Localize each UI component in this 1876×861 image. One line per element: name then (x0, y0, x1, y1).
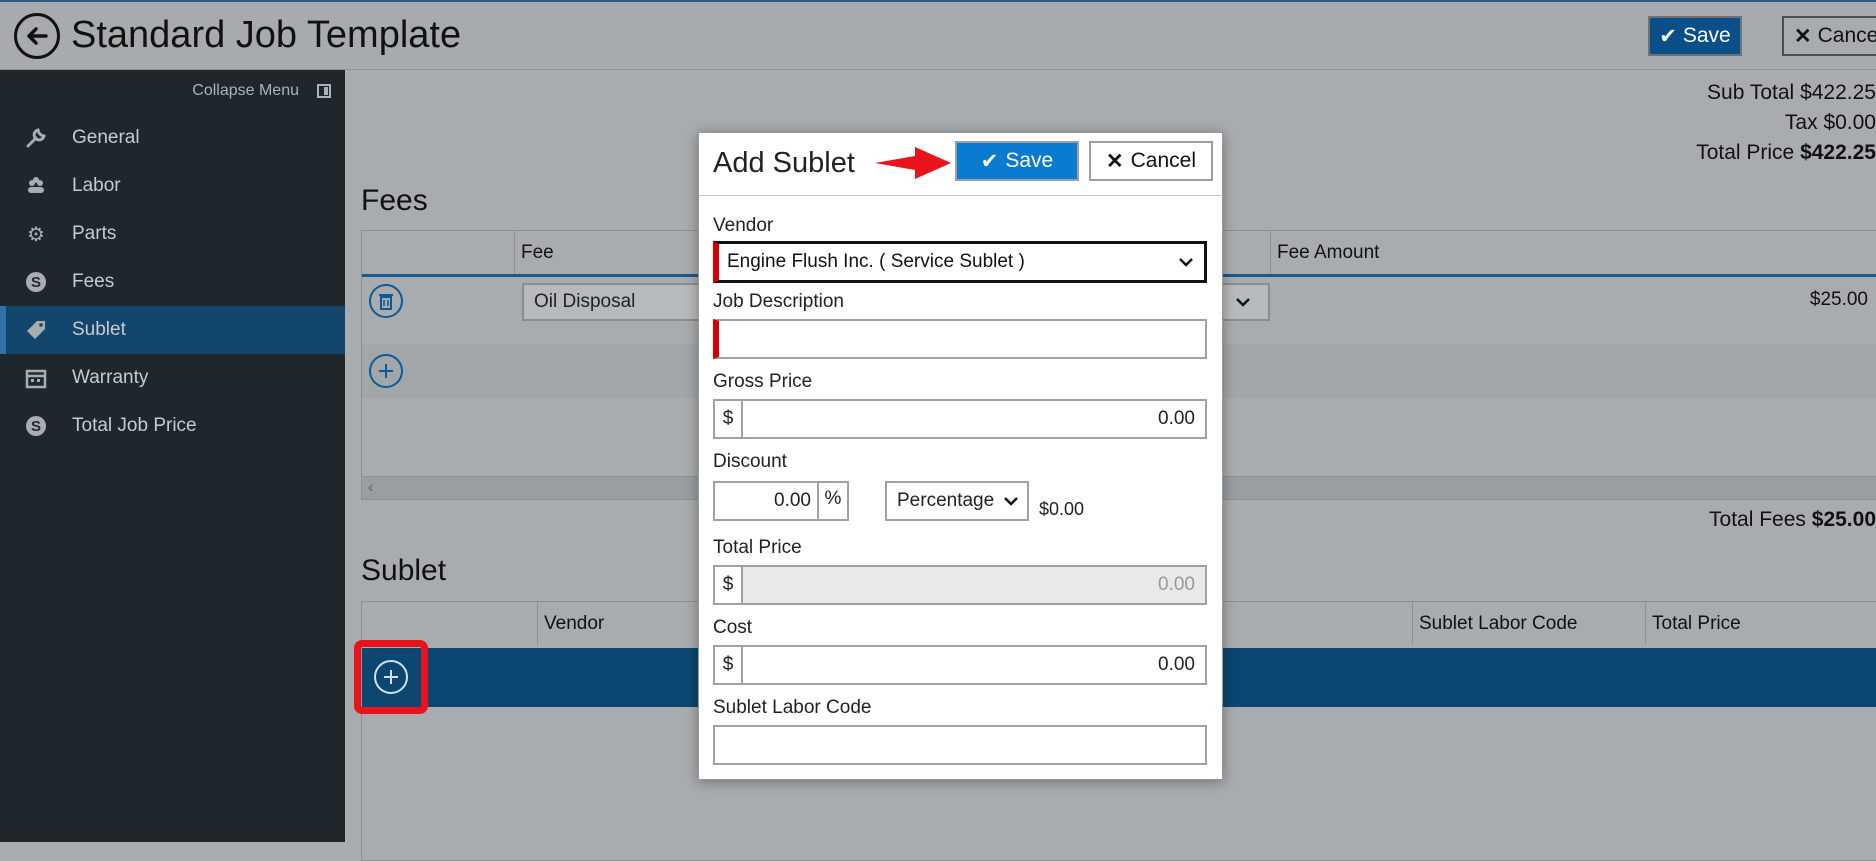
sublet-section-title: Sublet (361, 554, 447, 587)
total-price-value: $422.25 (1800, 141, 1876, 164)
plus-icon (384, 670, 398, 684)
trash-icon (379, 294, 393, 310)
gross-price-value: 0.00 (1158, 408, 1195, 429)
dialog-save-button[interactable]: ✔ Save (955, 141, 1079, 181)
plus-icon (379, 364, 393, 378)
sidebar-item-general[interactable]: General (0, 114, 345, 162)
discount-input[interactable]: 0.00 % (713, 481, 849, 521)
fees-section-title: Fees (361, 184, 428, 217)
tax-value: $0.00 (1823, 111, 1876, 134)
fee-select[interactable]: Oil Disposal (522, 283, 722, 321)
total-fees: Total Fees $25.00 (1709, 508, 1876, 531)
sidebar: Collapse Menu General Labor ⚙ Parts S Fe… (0, 70, 345, 842)
scroll-left-icon[interactable]: ‹ (368, 479, 373, 497)
cost-value: 0.00 (1158, 654, 1195, 675)
wrench-icon (24, 126, 48, 150)
add-sublet-dialog: Add Sublet ✔ Save ✕ Cancel Vendor Engine… (698, 132, 1223, 780)
chevron-down-icon (1236, 298, 1250, 307)
close-icon: ✕ (1794, 24, 1812, 48)
vendor-select[interactable]: Engine Flush Inc. ( Service Sublet ) (713, 241, 1207, 283)
dollar-sign: $ (715, 647, 743, 683)
total-price-value: 0.00 (1158, 574, 1195, 595)
discount-amount: $0.00 (1039, 499, 1085, 519)
cost-input[interactable]: $ 0.00 (713, 645, 1207, 685)
sidebar-item-warranty[interactable]: Warranty (0, 354, 345, 402)
gross-price-label: Gross Price (713, 371, 813, 392)
red-arrow-icon (875, 147, 951, 179)
column-header-total-price[interactable]: Total Price (1645, 602, 1741, 645)
arrow-left-icon (27, 27, 48, 45)
column-header-fee-amount[interactable]: Fee Amount (1270, 231, 1379, 274)
collapse-menu-button[interactable]: Collapse Menu (192, 82, 331, 100)
fee-amount: $25.00 (1809, 289, 1868, 310)
chevron-down-icon (1178, 244, 1194, 293)
calendar-icon (24, 366, 48, 390)
check-icon: ✔ (980, 149, 999, 173)
tag-icon (24, 318, 48, 342)
gear-icon: ⚙ (27, 223, 45, 246)
labor-icon (24, 174, 48, 198)
discount-label: Discount (713, 451, 787, 472)
sidebar-item-fees[interactable]: S Fees (0, 258, 345, 306)
column-header-vendor[interactable]: Vendor (537, 602, 604, 645)
dollar-circle-icon: S (24, 270, 48, 294)
sidebar-item-labor[interactable]: Labor (0, 162, 345, 210)
page-title: Standard Job Template (71, 14, 462, 56)
job-totals: Sub Total $422.25 Tax $0.00 Total Price … (1696, 81, 1876, 164)
dialog-title: Add Sublet (713, 147, 855, 179)
collapse-icon (317, 84, 331, 98)
vendor-label: Vendor (713, 215, 774, 236)
percent-sign: % (817, 483, 847, 519)
gross-price-input[interactable]: $ 0.00 (713, 399, 1207, 439)
sublet-labor-code-label: Sublet Labor Code (713, 697, 872, 718)
sidebar-item-total-job-price[interactable]: S Total Job Price (0, 402, 345, 450)
plus-circle (374, 660, 408, 694)
dollar-sign: $ (715, 567, 743, 603)
dollar-circle-icon: S (24, 414, 48, 438)
discount-type-select[interactable]: Percentage (885, 481, 1029, 521)
column-header-sublet-labor-code[interactable]: Sublet Labor Code (1412, 602, 1577, 645)
subtotal-value: $422.25 (1800, 81, 1876, 104)
total-price-input: $ 0.00 (713, 565, 1207, 605)
check-icon: ✔ (1659, 24, 1677, 48)
sidebar-item-sublet[interactable]: Sublet (0, 306, 345, 354)
sidebar-item-parts[interactable]: ⚙ Parts (0, 210, 345, 258)
total-price-label: Total Price (713, 537, 802, 558)
dialog-cancel-button[interactable]: ✕ Cancel (1089, 141, 1213, 181)
sublet-labor-code-input[interactable] (713, 725, 1207, 765)
add-fee-button[interactable] (369, 354, 403, 388)
dollar-sign: $ (715, 401, 743, 437)
header-cancel-button[interactable]: ✕ Cancel (1782, 16, 1876, 56)
cost-label: Cost (713, 617, 753, 638)
job-description-input[interactable] (713, 319, 1207, 359)
svg-text:S: S (31, 418, 41, 435)
job-description-label: Job Description (713, 291, 844, 312)
back-button[interactable] (14, 13, 60, 59)
delete-fee-button[interactable] (369, 284, 403, 318)
column-header-fee[interactable]: Fee (514, 231, 554, 274)
discount-value: 0.00 (774, 490, 811, 511)
chevron-down-icon (1003, 483, 1019, 532)
add-sublet-button[interactable] (354, 640, 428, 714)
top-bar: Standard Job Template ✔ Save ✕ Cancel (0, 0, 1876, 70)
total-fees-value: $25.00 (1811, 508, 1876, 531)
svg-text:S: S (31, 274, 41, 291)
dialog-header: Add Sublet ✔ Save ✕ Cancel (699, 133, 1222, 196)
close-icon: ✕ (1106, 149, 1124, 173)
fee-select-dropdown[interactable] (1218, 283, 1270, 321)
header-save-button[interactable]: ✔ Save (1648, 16, 1742, 56)
